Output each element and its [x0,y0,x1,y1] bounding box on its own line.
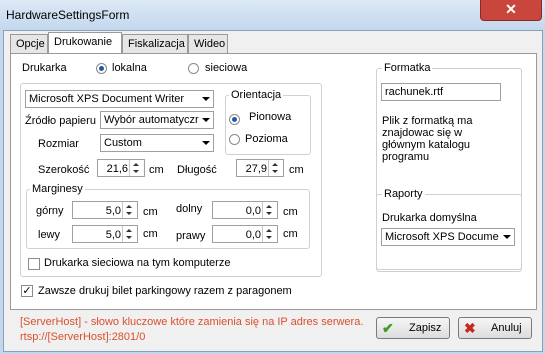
spin-buttons[interactable] [122,202,137,218]
save-button-label: Zapisz [409,322,442,334]
cancel-button-label: Anuluj [491,322,522,334]
arrow-down-icon [266,236,272,239]
margin-bottom-unit: cm [283,206,298,218]
length-spinner[interactable]: 27,9 [236,159,284,177]
radio-portrait-label: Pionowa [249,111,292,123]
default-printer-value: Microsoft XPS Docume [385,231,499,243]
title-bar: HardwareSettingsForm [0,0,545,30]
tab-fiskalizacja[interactable]: Fiskalizacja [122,34,188,53]
spin-buttons[interactable] [122,226,137,242]
margin-right-label: prawy [176,230,206,242]
arrow-down-icon [266,212,272,215]
arrow-up-icon [266,229,272,232]
arrow-down-icon [272,170,278,173]
length-label: Długość [177,164,217,176]
format-file-input[interactable]: rachunek.rtf [381,83,501,101]
printer-label: Drukarka [22,62,67,74]
server-host-example: rtsp://[ServerHost]:2801/0 [20,331,146,343]
tab-drukowanie[interactable]: Drukowanie [48,32,122,53]
margin-right-unit: cm [283,228,298,240]
cancel-icon: ✖ [464,320,476,336]
paper-source-value: Wybór automatyczr [104,114,199,126]
size-label: Rozmiar [38,138,79,150]
spin-buttons[interactable] [129,160,144,176]
default-printer-label: Drukarka domyślna [382,212,477,224]
arrow-down-icon [133,170,139,173]
arrow-down-icon [126,236,132,239]
radio-local[interactable] [96,63,107,74]
save-button[interactable]: ✔ Zapisz [376,317,450,339]
radio-network-label: sieciowa [205,62,248,74]
width-label: Szerokość [38,164,90,176]
always-print-checkbox[interactable]: ✓ [21,285,33,297]
chevron-down-icon [202,118,210,122]
arrow-up-icon [272,163,278,166]
printer-select-value: Microsoft XPS Document Writer [29,93,185,105]
margin-left-spinner[interactable]: 5,0 [72,225,138,243]
orientation-legend: Orientacja [229,89,284,101]
margin-right-value: 0,0 [245,229,261,241]
tab-wideo[interactable]: Wideo [188,34,228,53]
size-select[interactable]: Custom [100,134,214,152]
paper-source-label: Źródło papieru [25,115,96,127]
radio-network[interactable] [188,63,199,74]
radio-local-label: lokalna [112,62,147,74]
always-print-label: Zawsze drukuj bilet parkingowy razem z p… [38,285,292,297]
arrow-up-icon [266,205,272,208]
margin-left-value: 5,0 [105,229,121,241]
arrow-down-icon [126,212,132,215]
format-legend: Formatka [382,62,433,74]
margins-legend: Marginesy [30,183,85,195]
spin-buttons[interactable] [268,160,283,176]
arrow-up-icon [126,205,132,208]
length-value: 27,9 [245,163,267,175]
chevron-down-icon [503,235,511,239]
margin-top-unit: cm [143,206,158,218]
reports-legend: Raporty [382,188,425,200]
format-file-value: rachunek.rtf [385,86,444,98]
window-title: HardwareSettingsForm [6,8,130,22]
margin-bottom-spinner[interactable]: 0,0 [212,201,278,219]
width-spinner[interactable]: 21,6 [97,159,145,177]
chevron-down-icon [202,97,210,101]
length-unit: cm [289,164,304,176]
spin-buttons[interactable] [262,226,277,242]
arrow-up-icon [126,229,132,232]
orientation-group [225,95,311,155]
cancel-button[interactable]: ✖ Anuluj [458,317,532,339]
format-note: Plik z formatką ma znajdowac się w główn… [382,115,473,163]
server-host-hint: [ServerHost] - słowo kluczowe które zami… [20,316,364,328]
margin-bottom-value: 0,0 [245,205,261,217]
radio-portrait[interactable] [229,114,240,125]
network-printer-label: Drukarka sieciowa na tym komputerze [44,257,231,269]
margin-top-spinner[interactable]: 5,0 [72,201,138,219]
arrow-up-icon [133,163,139,166]
width-unit: cm [149,164,164,176]
margin-right-spinner[interactable]: 0,0 [212,225,278,243]
radio-landscape-label: Pozioma [245,133,288,145]
margin-bottom-label: dolny [176,203,203,215]
margin-left-label: lewy [38,229,61,241]
default-printer-select[interactable]: Microsoft XPS Docume [381,228,515,246]
margin-top-value: 5,0 [105,205,121,217]
checkmark-icon: ✔ [382,320,394,336]
chevron-down-icon [202,141,210,145]
margin-left-unit: cm [143,228,158,240]
close-button[interactable]: ✕ [480,0,542,21]
radio-landscape[interactable] [229,134,240,145]
tab-opcje[interactable]: Opcje [10,34,48,53]
spin-buttons[interactable] [262,202,277,218]
width-value: 21,6 [106,163,128,175]
printer-select[interactable]: Microsoft XPS Document Writer [25,90,214,108]
margin-top-label: górny [36,205,64,217]
size-value: Custom [104,137,142,149]
network-printer-checkbox[interactable] [28,258,40,270]
paper-source-select[interactable]: Wybór automatyczr [100,111,214,129]
